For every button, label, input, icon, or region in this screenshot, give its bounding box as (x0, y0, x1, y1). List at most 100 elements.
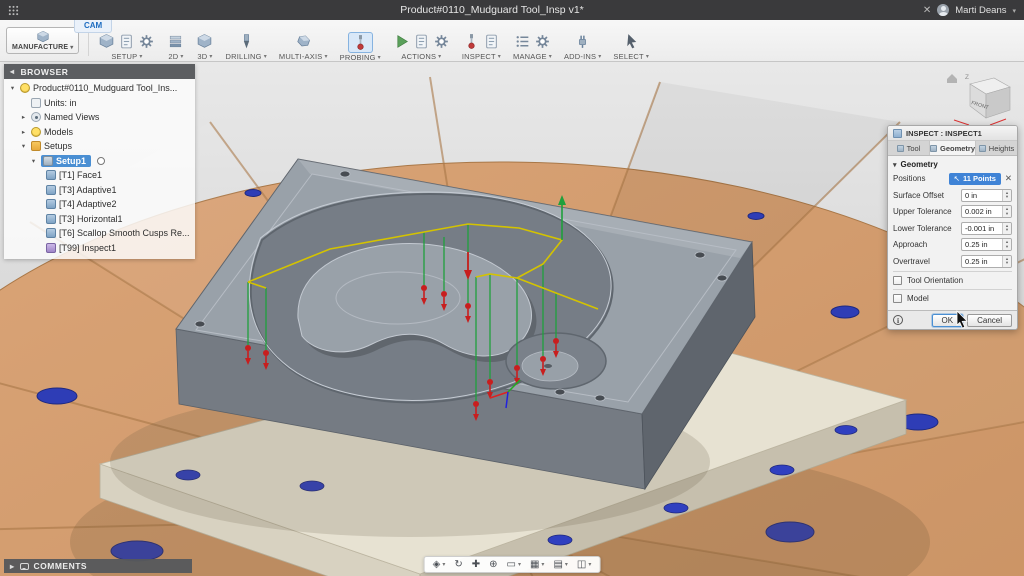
browser-header[interactable]: BROWSER (4, 64, 195, 79)
setup-sheet-icon[interactable] (118, 33, 135, 50)
viewport-3d[interactable]: Z FRONT BROWSER Product#0110_Mudguard To… (0, 62, 1024, 576)
cancel-button[interactable]: Cancel (967, 314, 1012, 327)
setup1-selected[interactable]: Setup1 (41, 155, 91, 168)
new-setup-icon[interactable] (98, 33, 115, 50)
tree-item-models[interactable]: Models (4, 125, 195, 140)
expand-arrow-icon[interactable] (19, 113, 28, 121)
add-ins-icon[interactable] (574, 33, 591, 50)
positions-selection-chip[interactable]: ↖ 11 Points (949, 173, 1001, 186)
pan-button[interactable]: ✚ (472, 560, 480, 570)
2d-milling-icon[interactable] (167, 33, 184, 50)
toolbar-group-addins[interactable]: ADD-INS (558, 20, 607, 61)
spinner[interactable] (1002, 223, 1011, 234)
3d-milling-icon[interactable] (196, 33, 213, 50)
inspect-probe-icon[interactable] (463, 33, 480, 50)
setup-menu[interactable]: SETUP (111, 52, 142, 61)
expand-arrow-icon[interactable] (19, 142, 28, 150)
user-name[interactable]: Marti Deans (955, 5, 1006, 16)
app-grid-icon[interactable] (8, 5, 19, 16)
geometry-section-header[interactable]: Geometry (893, 160, 1012, 169)
visibility-bulb-icon[interactable] (20, 83, 30, 93)
manage-gear-icon[interactable] (534, 33, 551, 50)
tree-item-horizontal1[interactable]: [T3] Horizontal1 (4, 212, 195, 227)
expand-arrow-icon[interactable] (19, 128, 28, 136)
grid-settings-button[interactable]: ▤ (553, 560, 567, 570)
tree-item-inspect1[interactable]: [T99] Inspect1 (4, 241, 195, 256)
tree-item-face1[interactable]: [T1] Face1 (4, 168, 195, 183)
probing-menu[interactable]: PROBING (340, 53, 381, 62)
probe-icon-active[interactable] (348, 32, 373, 53)
expand-arrow-icon[interactable] (8, 84, 17, 92)
toolbar-group-drilling[interactable]: DRILLING (219, 20, 272, 61)
tool-orientation-section[interactable]: Tool Orientation (893, 271, 1012, 289)
toolbar-group-probing[interactable]: PROBING (334, 20, 387, 61)
inspect-menu[interactable]: INSPECT (462, 52, 501, 61)
drilling-menu[interactable]: DRILLING (225, 52, 266, 61)
toolbar-group-2d[interactable]: 2D (161, 20, 190, 61)
tree-item-units[interactable]: Units: in (4, 96, 195, 111)
spinner[interactable] (1002, 239, 1011, 250)
tree-item-adaptive2[interactable]: [T4] Adaptive2 (4, 197, 195, 212)
tree-item-setup1[interactable]: Setup1 (4, 154, 195, 169)
surface-offset-input[interactable]: 0 in (961, 189, 1012, 202)
model-checkbox[interactable] (893, 294, 902, 303)
orbit-button[interactable]: ↻ (454, 560, 462, 570)
tab-tool[interactable]: Tool (888, 141, 930, 155)
tree-item-named-views[interactable]: Named Views (4, 110, 195, 125)
close-document-icon[interactable]: ✕ (923, 5, 931, 16)
toolbar-group-3d[interactable]: 3D (190, 20, 219, 61)
visibility-bulb-icon[interactable] (31, 127, 41, 137)
view-settings-button[interactable]: ◈ (433, 560, 446, 570)
tree-item-scallop[interactable]: [T6] Scallop Smooth Cusps Re... (4, 226, 195, 241)
actions-menu[interactable]: ACTIONS (401, 52, 441, 61)
display-settings-button[interactable]: ▦ (530, 560, 544, 570)
inspect-report-icon[interactable] (483, 33, 500, 50)
add-ins-menu[interactable]: ADD-INS (564, 52, 601, 61)
workspace-selector[interactable]: MANUFACTURE (6, 27, 79, 54)
home-icon[interactable] (947, 74, 957, 83)
toolbar-group-inspect[interactable]: INSPECT (456, 20, 507, 61)
comments-panel[interactable]: COMMENTS (4, 559, 192, 573)
overtravel-input[interactable]: 0.25 in (961, 255, 1012, 268)
select-menu[interactable]: SELECT (613, 52, 649, 61)
upper-tolerance-input[interactable]: 0.002 in (961, 205, 1012, 218)
clear-selection-icon[interactable]: ✕ (1005, 173, 1012, 184)
toolbar-group-multiaxis[interactable]: MULTI-AXIS (273, 20, 334, 61)
2d-menu[interactable]: 2D (168, 52, 183, 61)
multi-axis-menu[interactable]: MULTI-AXIS (279, 52, 328, 61)
tree-item-setups[interactable]: Setups (4, 139, 195, 154)
viewcube[interactable]: Z FRONT (944, 68, 1016, 132)
tree-item-root[interactable]: Product#0110_Mudguard Tool_Ins... (4, 81, 195, 96)
model-section[interactable]: Model (893, 289, 1012, 307)
toolbar-group-manage[interactable]: MANAGE (507, 20, 558, 61)
tab-geometry[interactable]: Geometry (930, 141, 976, 155)
multi-axis-icon[interactable] (295, 33, 312, 50)
3d-menu[interactable]: 3D (197, 52, 212, 61)
viewports-button[interactable]: ◫ (577, 560, 591, 570)
fit-button[interactable]: ▭ (507, 560, 521, 570)
tool-library-icon[interactable] (514, 33, 531, 50)
toolbar-group-select[interactable]: SELECT (607, 20, 655, 61)
info-icon[interactable]: i (893, 315, 903, 325)
spinner[interactable] (1002, 256, 1011, 267)
tool-orientation-checkbox[interactable] (893, 276, 902, 285)
expand-arrow-icon[interactable] (29, 157, 38, 165)
toolbar-group-setup[interactable]: SETUP (92, 20, 161, 61)
tab-heights[interactable]: Heights (976, 141, 1017, 155)
approach-input[interactable]: 0.25 in (961, 238, 1012, 251)
drill-icon[interactable] (238, 33, 255, 50)
user-menu-caret-icon[interactable] (1012, 4, 1016, 16)
select-cursor-icon[interactable] (623, 33, 640, 50)
post-process-icon[interactable] (413, 33, 430, 50)
actions-gear-icon[interactable] (433, 33, 450, 50)
setup-gear-icon[interactable] (138, 33, 155, 50)
simulate-icon[interactable] (393, 33, 410, 50)
lower-tolerance-input[interactable]: -0.001 in (961, 222, 1012, 235)
toolbar-group-actions[interactable]: ACTIONS (387, 20, 456, 61)
spinner[interactable] (1002, 206, 1011, 217)
zoom-button[interactable]: ⊕ (489, 560, 497, 570)
manage-menu[interactable]: MANAGE (513, 52, 552, 61)
tree-item-adaptive1[interactable]: [T3] Adaptive1 (4, 183, 195, 198)
spinner[interactable] (1002, 190, 1011, 201)
dialog-titlebar[interactable]: INSPECT : INSPECT1 (888, 126, 1017, 141)
